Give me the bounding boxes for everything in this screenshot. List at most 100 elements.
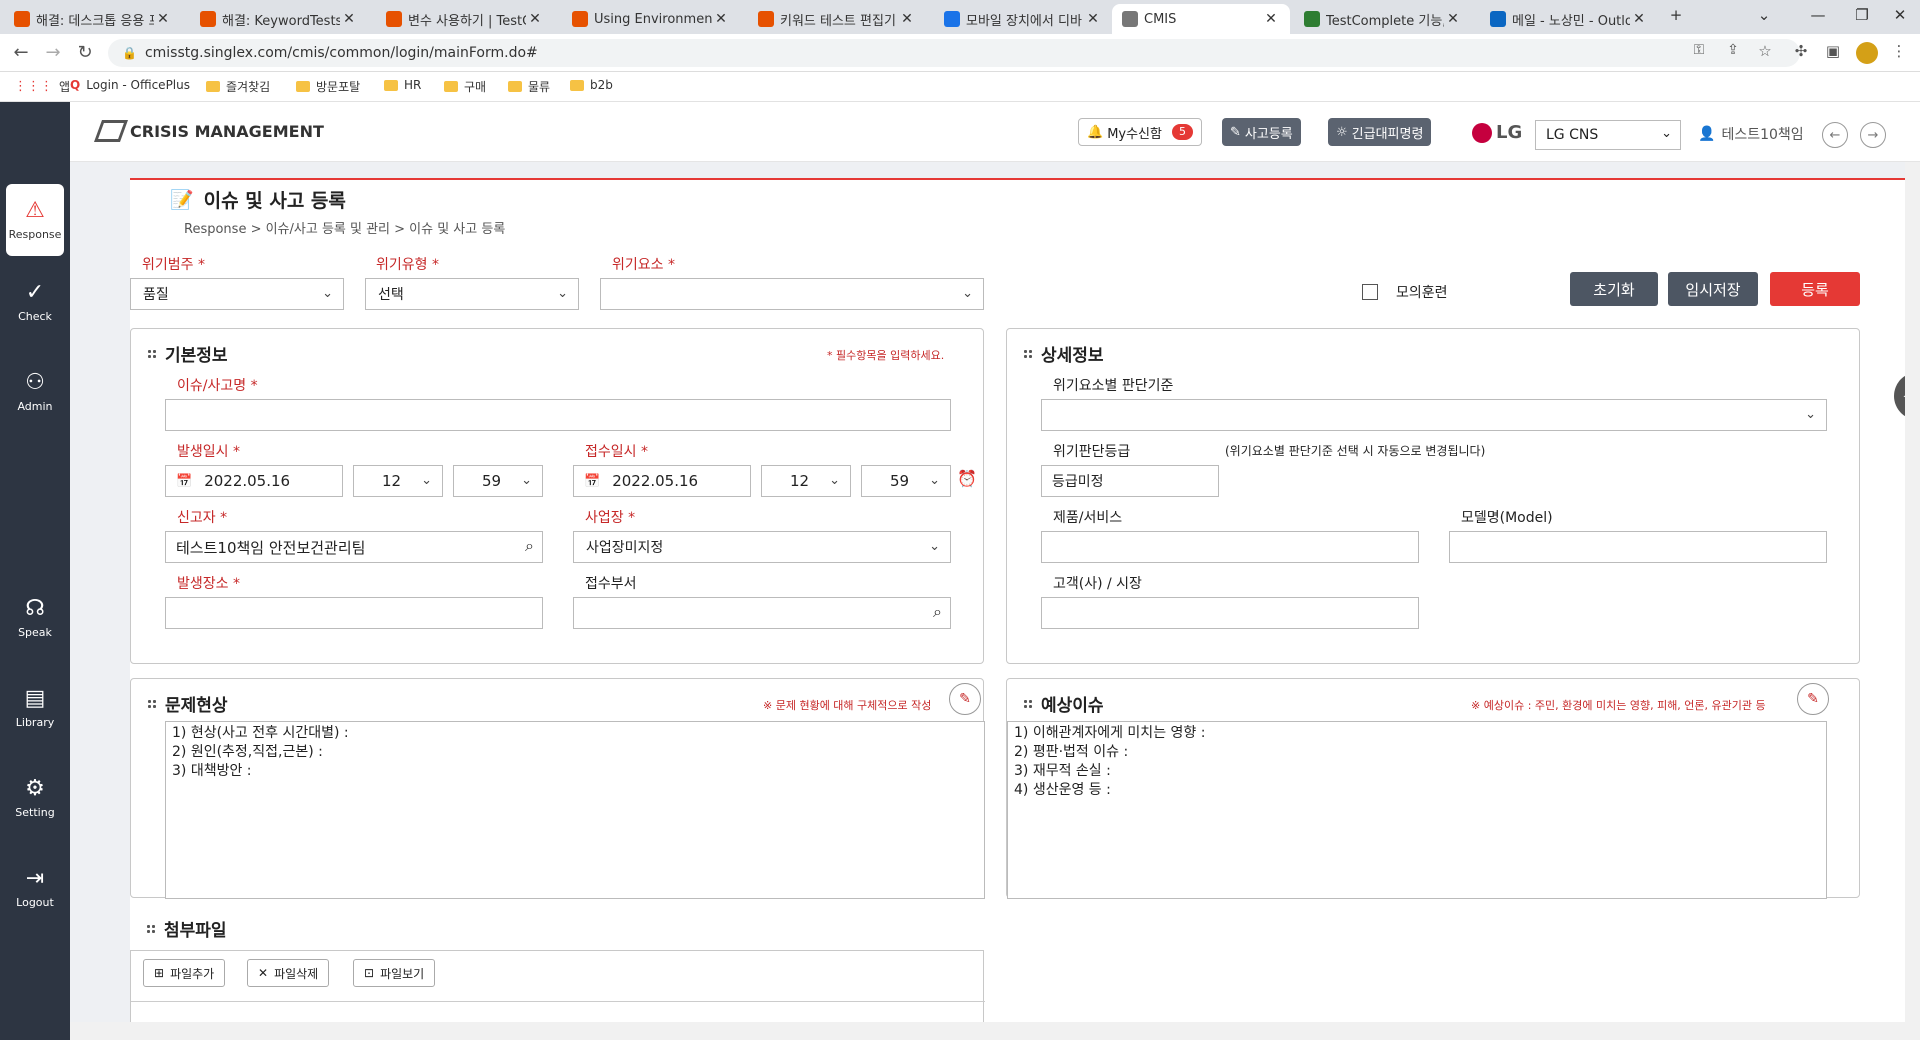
tab-close-icon[interactable]: ✕ [712, 11, 730, 27]
expected-textarea[interactable]: 1) 이해관계자에게 미치는 영향 : 2) 평판·법적 이슈 : 3) 재무적… [1007, 721, 1827, 899]
submit-button[interactable]: 등록 [1770, 272, 1860, 306]
tab-title: Using Environment Va [594, 11, 712, 27]
bookmark-officeplus[interactable]: Q Login - OfficePlus [70, 78, 190, 92]
sidebar-item-admin[interactable]: ⚇ Admin [0, 356, 70, 428]
edit-pencil-icon[interactable]: ✎ [1797, 683, 1829, 715]
prev-arrow-icon[interactable]: ← [1822, 122, 1848, 148]
bookmark-apps[interactable]: ⋮⋮⋮ 앱 [14, 78, 70, 95]
type-select[interactable]: 선택 ⌄ [365, 278, 579, 310]
reload-icon[interactable]: ↻ [74, 42, 96, 63]
browser-tab[interactable]: 메일 - 노상민 - Outlo ✕ [1480, 4, 1658, 34]
product-input[interactable] [1041, 531, 1419, 563]
sidebar-item-logout[interactable]: ⇥ Logout [0, 852, 70, 924]
sidepanel-icon[interactable]: ▣ [1822, 42, 1844, 60]
sidebar-item-speak[interactable]: ☊ Speak [0, 582, 70, 654]
bookmark-logistics[interactable]: 물류 [508, 78, 550, 95]
occur-date-input[interactable]: 📅 2022.05.16 [165, 465, 343, 497]
customer-label: 고객(사) / 시장 [1053, 576, 1142, 592]
browser-tab[interactable]: 키워드 테스트 편집기 ✕ [748, 4, 926, 34]
site-select[interactable]: 사업장미지정 ⌄ [573, 531, 951, 563]
place-input[interactable] [165, 597, 543, 629]
temp-save-button[interactable]: 임시저장 [1668, 272, 1758, 306]
browser-tab[interactable]: 해결: 데스크톱 응용 프 ✕ [4, 4, 182, 34]
menu-icon[interactable]: ⋮ [1888, 42, 1910, 60]
minimize-icon[interactable]: — [1798, 0, 1838, 30]
issue-name-input[interactable] [165, 399, 951, 431]
tab-search-icon[interactable]: ⌄ [1744, 0, 1784, 30]
url-field[interactable]: 🔒 cmisstg.singlex.com/cmis/common/login/… [108, 39, 1800, 67]
model-input[interactable] [1449, 531, 1827, 563]
star-icon[interactable]: ☆ [1754, 42, 1776, 60]
problem-title: 문제현상 [147, 691, 228, 716]
criteria-select[interactable]: ⌄ [1041, 399, 1827, 431]
tab-close-icon[interactable]: ✕ [1262, 11, 1280, 27]
receive-date-input[interactable]: 📅 2022.05.16 [573, 465, 751, 497]
close-window-icon[interactable]: ✕ [1880, 0, 1920, 30]
search-icon[interactable]: ⌕ [933, 602, 942, 622]
element-label: 위기요소 [612, 254, 675, 274]
user-info[interactable]: 👤 테스트10책임 [1698, 124, 1804, 144]
clock-icon[interactable]: ⏰ [957, 469, 977, 488]
reset-button[interactable]: 초기화 [1570, 272, 1658, 306]
bookmark-purchase[interactable]: 구매 [444, 78, 486, 95]
element-select[interactable]: ⌄ [600, 278, 984, 310]
forward-icon[interactable]: → [42, 42, 64, 63]
my-inbox-button[interactable]: 🔔 My수신함 5 [1078, 118, 1202, 146]
occur-minute-select[interactable]: 59 ⌄ [453, 465, 543, 497]
tab-close-icon[interactable]: ✕ [526, 11, 544, 27]
edit-pencil-icon[interactable]: ✎ [949, 683, 981, 715]
reporter-input[interactable]: 테스트10책임 안전보건관리팀 ⌕ [165, 531, 543, 563]
tab-close-icon[interactable]: ✕ [154, 11, 172, 27]
occur-hour-select[interactable]: 12 ⌄ [353, 465, 443, 497]
new-tab-button[interactable]: + [1656, 0, 1696, 30]
drill-checkbox[interactable] [1362, 284, 1378, 300]
sidebar-item-library[interactable]: ▤ Library [0, 672, 70, 744]
problem-note: ※ 문제 현황에 대해 구체적으로 작성 [763, 699, 932, 712]
bookmark-b2b[interactable]: b2b [570, 78, 613, 92]
file-add-button[interactable]: ⊞ 파일추가 [143, 959, 226, 987]
tab-close-icon[interactable]: ✕ [1630, 11, 1648, 27]
file-delete-button[interactable]: ✕ 파일삭제 [247, 959, 330, 987]
browser-tab[interactable]: CMIS ✕ [1112, 4, 1290, 34]
page-scrollbar[interactable] [1905, 162, 1920, 1022]
problem-textarea[interactable]: 1) 현상(사고 전후 시간대별) : 2) 원인(추정,직접,근본) : 3)… [165, 721, 985, 899]
browser-tab[interactable]: 모바일 장치에서 디바 ✕ [934, 4, 1112, 34]
file-view-button[interactable]: ⊡ 파일보기 [353, 959, 436, 987]
profile-avatar[interactable] [1856, 42, 1878, 64]
next-arrow-icon[interactable]: → [1860, 122, 1886, 148]
dept-input[interactable]: ⌕ [573, 597, 951, 629]
emergency-evacuation-button[interactable]: ☼ 긴급대피명령 [1328, 118, 1432, 146]
company-select[interactable]: LG CNS ⌄ [1535, 120, 1681, 150]
app-logo[interactable]: CRISIS MANAGEMENT [93, 120, 324, 142]
restore-icon[interactable]: ❐ [1842, 0, 1882, 30]
back-icon[interactable]: ← [10, 42, 32, 63]
browser-tab[interactable]: 변수 사용하기 | TestC ✕ [376, 4, 554, 34]
incident-register-button[interactable]: ✎ 사고등록 [1222, 118, 1301, 146]
lg-logo: LG [1472, 122, 1522, 143]
horizontal-scrollbar[interactable] [70, 1022, 1920, 1040]
crisis-logo-icon [93, 120, 129, 142]
browser-tab-bar: 해결: 데스크톱 응용 프✕ 해결: KeywordTests Da✕ 변수 사용하… [0, 0, 1920, 34]
sidebar-item-setting[interactable]: ⚙ Setting [0, 762, 70, 834]
sidebar-item-check[interactable]: ✓ Check [0, 266, 70, 338]
browser-tab[interactable]: 해결: KeywordTests Da✕ [190, 4, 368, 34]
address-bar: ← → ↻ 🔒 cmisstg.singlex.com/cmis/common/… [0, 34, 1920, 72]
browser-tab[interactable]: TestComplete 기능,SW✕ [1294, 4, 1472, 34]
bookmark-hr[interactable]: HR [384, 78, 421, 92]
bookmark-favorites[interactable]: 즐겨찾김 [206, 78, 270, 95]
extension-icon[interactable]: ✣ [1790, 42, 1812, 60]
key-icon[interactable]: ⚿ [1688, 42, 1710, 58]
share-icon[interactable]: ⇪ [1722, 42, 1744, 58]
sidebar-item-response[interactable]: ⚠ Response [6, 184, 64, 256]
tab-close-icon[interactable]: ✕ [1084, 11, 1102, 27]
customer-input[interactable] [1041, 597, 1419, 629]
tab-close-icon[interactable]: ✕ [1444, 11, 1462, 27]
browser-tab[interactable]: Using Environment Va✕ [562, 4, 740, 34]
search-icon[interactable]: ⌕ [525, 536, 534, 556]
receive-hour-select[interactable]: 12 ⌄ [761, 465, 851, 497]
category-select[interactable]: 품질 ⌄ [130, 278, 344, 310]
tab-close-icon[interactable]: ✕ [340, 11, 358, 27]
bookmark-portal[interactable]: 방문포탈 [296, 78, 360, 95]
receive-minute-select[interactable]: 59 ⌄ [861, 465, 951, 497]
tab-close-icon[interactable]: ✕ [898, 11, 916, 27]
